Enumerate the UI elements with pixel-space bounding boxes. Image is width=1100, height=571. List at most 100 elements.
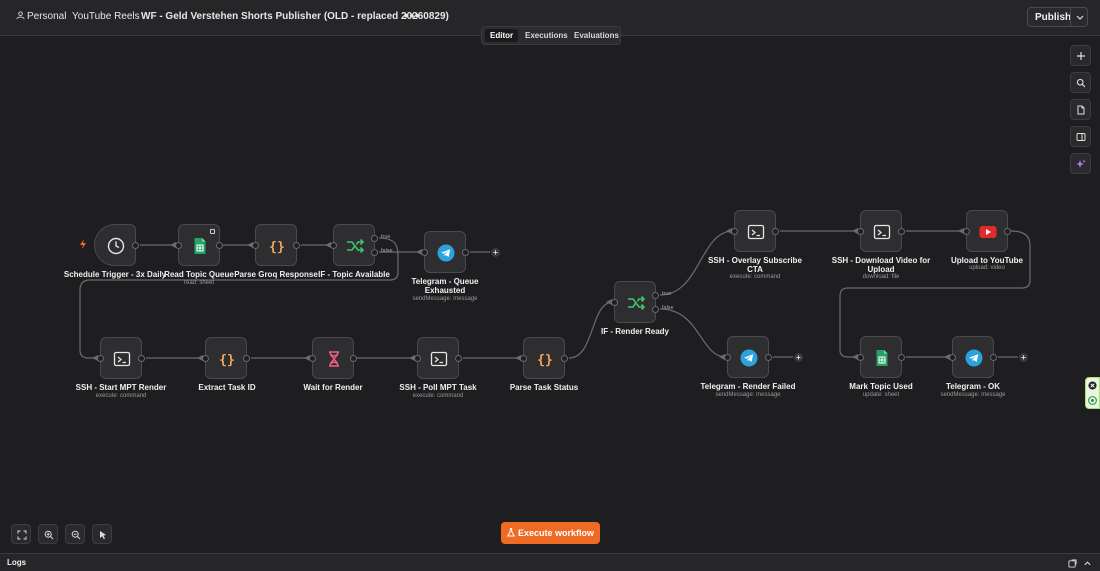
node-extract-task-id[interactable]: {} [202, 337, 250, 379]
output-port[interactable] [293, 242, 300, 249]
terminal-icon [873, 223, 891, 241]
node-subtitle: sendMessage: message [715, 392, 781, 398]
floating-chat-widget[interactable] [1085, 377, 1100, 409]
node-subtitle: execute: command [95, 393, 147, 399]
fit-view-button[interactable] [11, 524, 31, 544]
zoom-in-button[interactable] [38, 524, 58, 544]
output-port[interactable] [455, 355, 462, 362]
node-label: Telegram - OK [945, 382, 1001, 391]
trigger-bolt-icon [80, 239, 86, 249]
node-ssh-poll-mpt-task[interactable] [414, 337, 462, 379]
zoom-in-icon [44, 530, 54, 540]
node-telegram-queue-exhausted[interactable] [421, 231, 469, 273]
tidy-up-button[interactable] [92, 524, 112, 544]
cursor-icon [100, 531, 106, 540]
youtube-icon [979, 223, 997, 241]
output-port[interactable] [898, 228, 905, 235]
code-braces-icon: {} [218, 350, 236, 368]
input-port[interactable] [857, 228, 864, 235]
output-port-true[interactable] [371, 235, 378, 242]
branch-true-label: true [381, 234, 391, 240]
node-label: SSH - Overlay Subscribe CTA [708, 256, 802, 274]
input-port[interactable] [202, 355, 209, 362]
clock-icon [107, 237, 125, 255]
terminal-icon [113, 350, 131, 368]
add-next-node-button[interactable]: + [794, 353, 803, 362]
output-port-false[interactable] [371, 249, 378, 256]
node-label: SSH - Start MPT Render [75, 383, 167, 392]
output-port[interactable] [898, 354, 905, 361]
node-upload-to-youtube[interactable] [963, 210, 1011, 252]
input-port[interactable] [611, 299, 618, 306]
node-parse-task-status[interactable]: {} [520, 337, 568, 379]
node-parse-groq-response[interactable]: {} [252, 224, 300, 266]
output-port[interactable] [772, 228, 779, 235]
zoom-out-button[interactable] [65, 524, 85, 544]
chevron-up-icon[interactable] [1083, 559, 1092, 568]
chat-icon [1088, 396, 1097, 405]
execute-workflow-button[interactable]: Execute workflow [501, 522, 600, 544]
node-subtitle: download: file [862, 274, 900, 280]
output-port[interactable] [1004, 228, 1011, 235]
node-schedule-trigger[interactable] [94, 224, 139, 266]
input-port[interactable] [252, 242, 259, 249]
output-port[interactable] [132, 242, 139, 249]
terminal-icon [747, 223, 765, 241]
input-port[interactable] [309, 355, 316, 362]
node-if-topic-available[interactable] [330, 224, 378, 266]
node-label: Wait for Render [303, 383, 363, 392]
logs-popout-icon[interactable] [1068, 559, 1077, 568]
node-label: SSH - Download Video for Upload [831, 256, 931, 274]
node-ssh-download-video[interactable] [857, 210, 905, 252]
branch-true-label: true [662, 291, 672, 297]
logs-panel-bar[interactable]: Logs [0, 553, 1100, 571]
input-port[interactable] [330, 242, 337, 249]
code-braces-icon: {} [536, 350, 554, 368]
output-port[interactable] [243, 355, 250, 362]
node-wait-for-render[interactable] [309, 337, 357, 379]
output-port[interactable] [462, 249, 469, 256]
input-port[interactable] [963, 228, 970, 235]
input-port[interactable] [949, 354, 956, 361]
output-port-true[interactable] [652, 292, 659, 299]
node-subtitle: read: sheet [183, 280, 215, 286]
node-if-render-ready[interactable] [611, 281, 659, 323]
node-label: Parse Task Status [509, 383, 579, 392]
node-label: Extract Task ID [198, 383, 256, 392]
node-label: IF - Render Ready [600, 327, 669, 336]
code-braces-icon: {} [268, 237, 286, 255]
input-port[interactable] [97, 355, 104, 362]
input-port[interactable] [731, 228, 738, 235]
node-subtitle: execute: command [412, 393, 464, 399]
fit-view-icon [17, 530, 27, 540]
input-port[interactable] [414, 355, 421, 362]
branch-icon [346, 237, 364, 255]
flask-icon [506, 528, 516, 537]
input-port[interactable] [857, 354, 864, 361]
input-port[interactable] [724, 354, 731, 361]
node-ssh-start-mpt-render[interactable] [97, 337, 145, 379]
node-mark-topic-used[interactable] [857, 336, 905, 378]
add-next-node-button[interactable]: + [1019, 353, 1028, 362]
node-telegram-render-failed[interactable] [724, 336, 772, 378]
hourglass-icon [325, 350, 343, 368]
output-port-false[interactable] [652, 306, 659, 313]
add-next-node-button[interactable]: + [491, 248, 500, 257]
node-ssh-overlay-subscribe-cta[interactable] [731, 210, 779, 252]
close-icon[interactable] [1088, 381, 1097, 390]
zoom-out-icon [71, 530, 81, 540]
output-port[interactable] [561, 355, 568, 362]
telegram-icon [965, 349, 983, 367]
input-port[interactable] [421, 249, 428, 256]
node-subtitle: sendMessage: message [940, 392, 1006, 398]
output-port[interactable] [765, 354, 772, 361]
output-port[interactable] [350, 355, 357, 362]
output-port[interactable] [138, 355, 145, 362]
input-port[interactable] [175, 242, 182, 249]
svg-text:{}: {} [537, 353, 553, 368]
output-port[interactable] [216, 242, 223, 249]
output-port[interactable] [990, 354, 997, 361]
node-telegram-ok[interactable] [949, 336, 997, 378]
input-port[interactable] [520, 355, 527, 362]
google-sheets-icon [873, 349, 891, 367]
